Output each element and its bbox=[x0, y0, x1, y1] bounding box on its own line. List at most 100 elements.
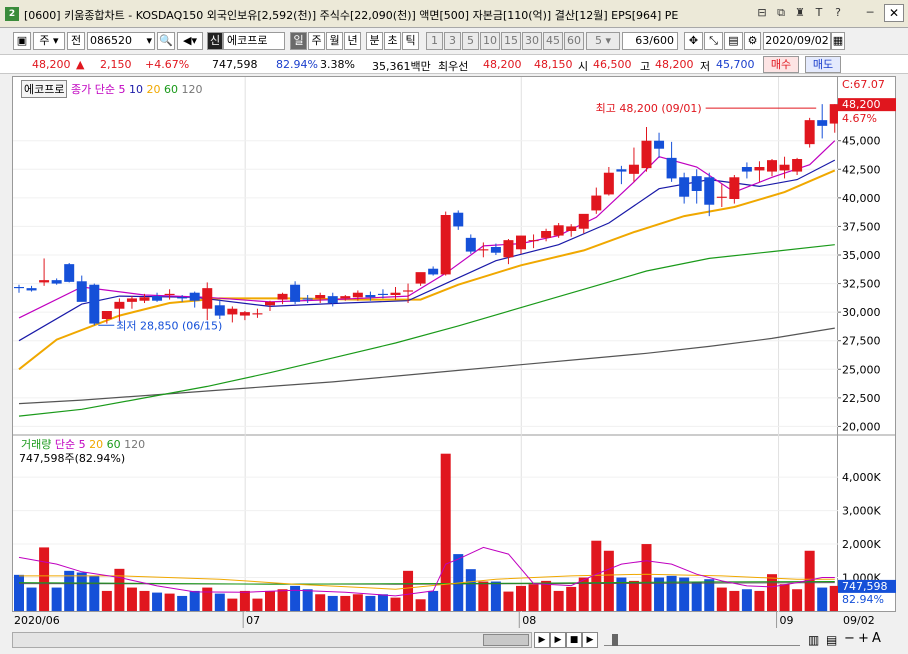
period-tick-tab[interactable]: 틱 bbox=[402, 32, 419, 50]
speed-slider-thumb[interactable] bbox=[612, 634, 618, 646]
cursor-tool-icon[interactable]: ✥ bbox=[684, 32, 703, 50]
x-axis-label: 07 bbox=[246, 614, 260, 627]
candle-body bbox=[152, 296, 163, 301]
volume-bar bbox=[516, 585, 526, 611]
interval-select[interactable]: 5 ▾ bbox=[586, 32, 620, 50]
settings-gear-icon[interactable]: ⚙ bbox=[744, 32, 761, 50]
market-select[interactable]: 주 ▾ bbox=[33, 32, 65, 50]
buy-button[interactable]: 매수 bbox=[763, 56, 799, 73]
candle-body bbox=[227, 308, 238, 315]
volume-value: 747,598 bbox=[212, 58, 258, 71]
legend-stock-name[interactable]: 에코프로 bbox=[21, 80, 68, 98]
zoom-out-button[interactable]: − bbox=[844, 631, 855, 646]
turnover-rate: 3.38% bbox=[320, 58, 355, 71]
candle-body bbox=[741, 167, 752, 172]
volume-bar bbox=[202, 587, 213, 611]
volume-bar bbox=[553, 590, 564, 611]
volume-bar bbox=[26, 587, 37, 611]
candle-body bbox=[64, 264, 75, 282]
volume-bar bbox=[164, 593, 175, 611]
candle-body bbox=[528, 240, 539, 242]
candle-body bbox=[26, 288, 37, 291]
volume-bar bbox=[126, 587, 137, 611]
app-badge: 2 bbox=[5, 7, 19, 21]
prev-button[interactable]: ▶ bbox=[534, 632, 550, 648]
interval-60[interactable]: 60 bbox=[564, 32, 584, 50]
min-price-annotation: 최저 28,850 (06/15) bbox=[116, 319, 222, 332]
interval-3[interactable]: 3 bbox=[444, 32, 461, 50]
x-axis-canvas: 2020/06 07 08 09 09/02 bbox=[14, 612, 875, 628]
price-tick-label: 37,500 bbox=[842, 220, 881, 233]
window-tile-icon[interactable]: ⧉ bbox=[773, 5, 789, 21]
volume-tick-label: 4,000K bbox=[842, 471, 881, 484]
price-axis[interactable]: 20,000 22,500 25,000 27,500 30,000 32,500 35,0… bbox=[838, 76, 896, 612]
period-month-tab[interactable]: 월 bbox=[326, 32, 343, 50]
volume-bar bbox=[227, 598, 238, 611]
stock-code-input[interactable]: 086520 ▾ bbox=[87, 32, 155, 50]
volume-bar bbox=[101, 590, 112, 611]
volume-bar bbox=[352, 594, 363, 611]
interval-5[interactable]: 5 bbox=[462, 32, 479, 50]
current-pct-label: 4.67% bbox=[842, 112, 877, 125]
date-field[interactable]: 2020/09/02 bbox=[763, 32, 831, 50]
volume-bar bbox=[139, 590, 150, 611]
last-volume-pct: 82.94% bbox=[842, 593, 884, 606]
next-button[interactable]: ▶ bbox=[582, 632, 598, 648]
chart-join-icon[interactable]: ▤ bbox=[826, 633, 837, 647]
candle-body bbox=[541, 231, 552, 238]
volume-bar bbox=[428, 590, 439, 611]
play-button[interactable]: ▶ bbox=[550, 632, 566, 648]
window-help-icon[interactable]: ? bbox=[830, 5, 846, 21]
calendar-icon[interactable]: ▦ bbox=[831, 32, 845, 50]
window-text-icon[interactable]: T bbox=[811, 5, 827, 21]
candle-body bbox=[189, 292, 200, 301]
interval-10[interactable]: 10 bbox=[480, 32, 500, 50]
candle-body bbox=[779, 164, 790, 171]
navigation-bar: ▶ ▶ ■ ▶ ▥ ▤ − + A bbox=[0, 630, 908, 650]
interval-15[interactable]: 15 bbox=[501, 32, 521, 50]
sell-button[interactable]: 매도 bbox=[805, 56, 841, 73]
chart-area[interactable]: 최고 48,200 (09/01) 최저 28,850 (06/15) 에코프로 … bbox=[12, 76, 858, 613]
draw-tool-icon[interactable]: ⤡ bbox=[704, 32, 723, 50]
font-size-button[interactable]: A bbox=[872, 631, 881, 646]
candle-body bbox=[202, 288, 213, 309]
period-second-tab[interactable]: 초 bbox=[384, 32, 401, 50]
search-icon[interactable]: 🔍 bbox=[157, 32, 175, 50]
scroll-track[interactable] bbox=[12, 632, 532, 648]
period-week-tab[interactable]: 주 bbox=[308, 32, 325, 50]
period-year-tab[interactable]: 년 bbox=[344, 32, 361, 50]
candle-body bbox=[729, 177, 740, 199]
interval-45[interactable]: 45 bbox=[543, 32, 563, 50]
panel-toggle-icon[interactable]: ▣ bbox=[13, 32, 31, 50]
period-minute-tab[interactable]: 분 bbox=[366, 32, 383, 50]
window-pin-icon[interactable]: ♜ bbox=[792, 5, 808, 21]
candle-body bbox=[76, 281, 87, 302]
price-tick-label: 42,500 bbox=[842, 163, 881, 176]
volume-info: 747,598주(82.94%) bbox=[19, 452, 126, 465]
speed-slider[interactable] bbox=[604, 634, 800, 646]
candle-body bbox=[553, 225, 564, 236]
credit-badge: 신 bbox=[207, 32, 223, 50]
count-field[interactable]: 63/600 bbox=[622, 32, 678, 50]
volume-bar bbox=[817, 587, 828, 611]
window-layout-icon[interactable]: ⊟ bbox=[754, 5, 770, 21]
chart-split-icon[interactable]: ▥ bbox=[808, 633, 819, 647]
volume-bar bbox=[478, 581, 489, 611]
volume-bar bbox=[340, 595, 351, 611]
candle-body bbox=[390, 292, 401, 295]
interval-30[interactable]: 30 bbox=[522, 32, 542, 50]
candle-body bbox=[754, 167, 765, 171]
candle-body bbox=[352, 292, 363, 298]
stop-button[interactable]: ■ bbox=[566, 632, 582, 648]
save-icon[interactable]: ▤ bbox=[724, 32, 743, 50]
sound-icon[interactable]: ◀▾ bbox=[177, 32, 203, 50]
window-minimize-icon[interactable]: ─ bbox=[862, 5, 878, 21]
scope-button[interactable]: 전 bbox=[67, 32, 85, 50]
candle-body bbox=[603, 172, 614, 195]
zoom-in-button[interactable]: + bbox=[858, 631, 869, 646]
interval-1[interactable]: 1 bbox=[426, 32, 443, 50]
chart-canvas[interactable]: 최고 48,200 (09/01) 최저 28,850 (06/15) bbox=[13, 77, 858, 613]
window-close-button[interactable]: ✕ bbox=[884, 4, 904, 22]
period-day-tab[interactable]: 일 bbox=[290, 32, 307, 50]
scroll-thumb[interactable] bbox=[483, 634, 529, 646]
